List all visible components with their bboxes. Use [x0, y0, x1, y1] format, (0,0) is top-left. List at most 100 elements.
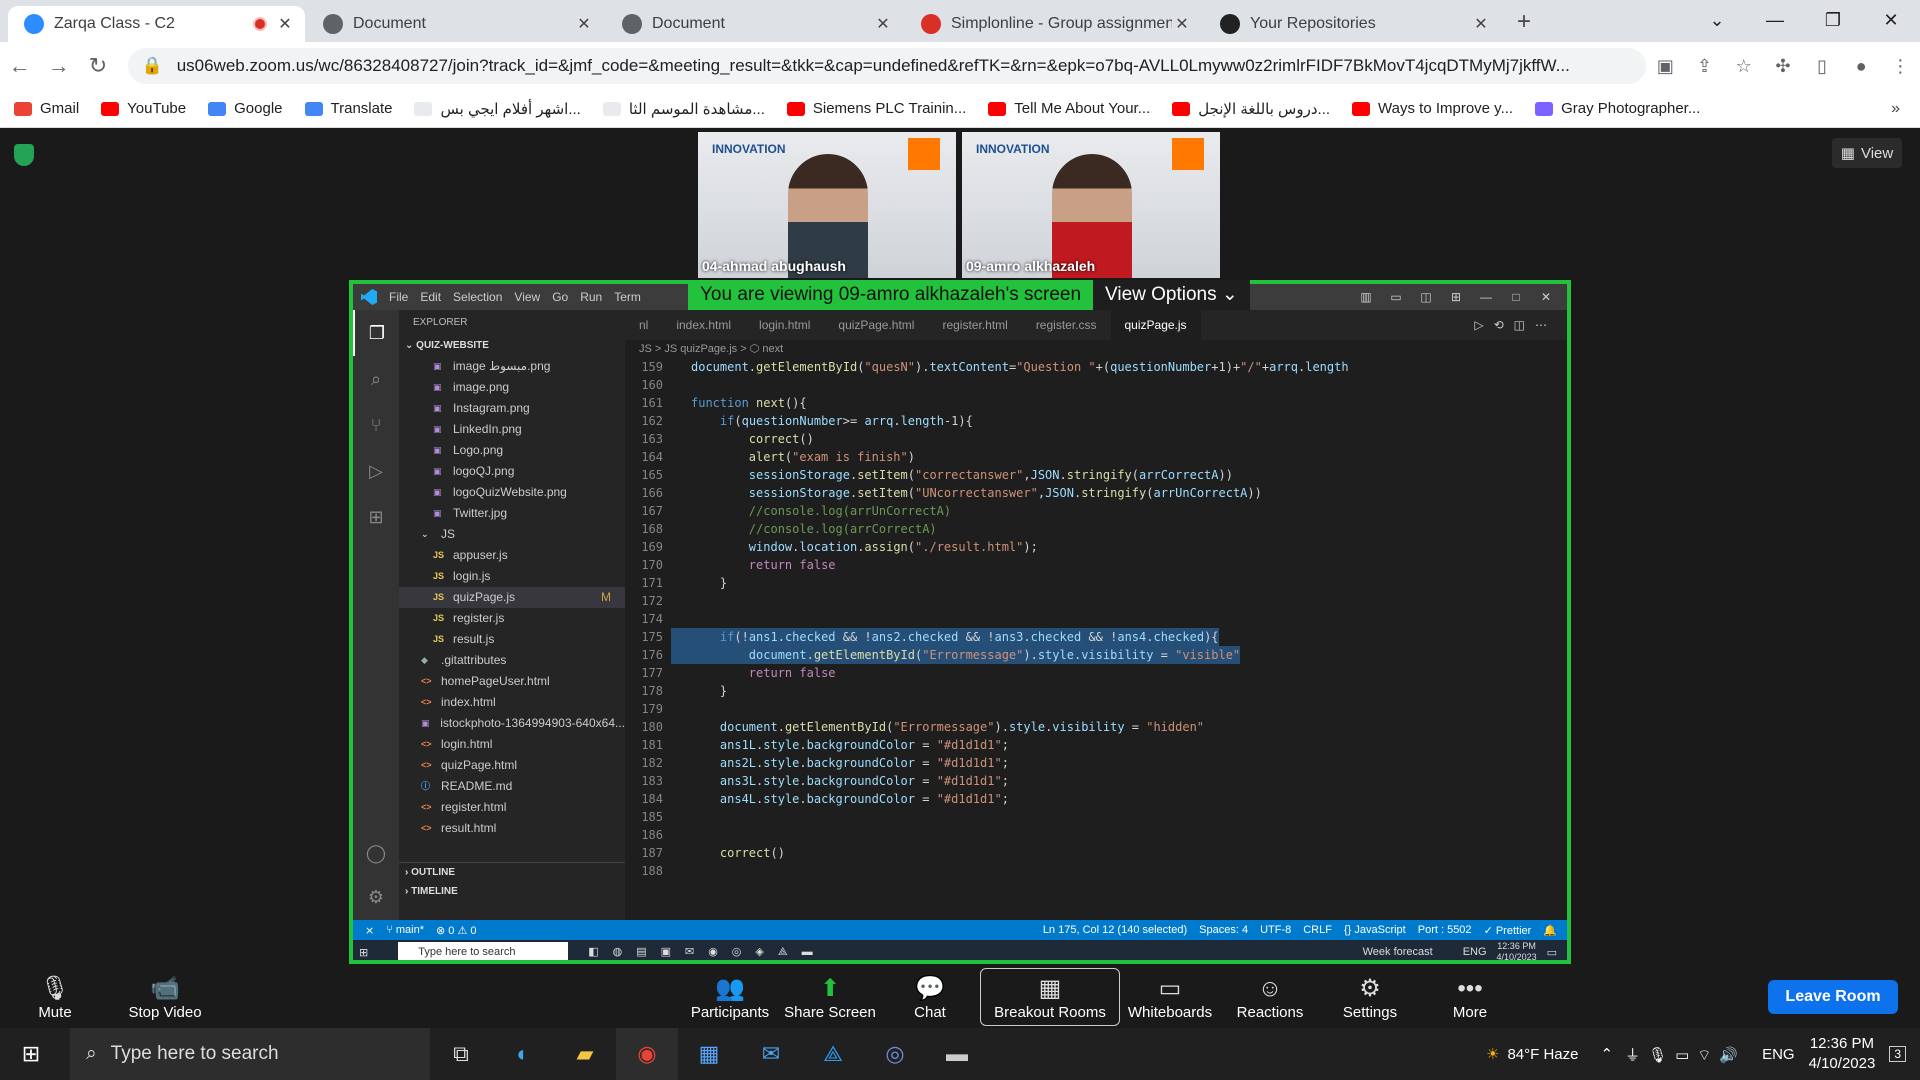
file-item[interactable]: JS login.js: [399, 566, 625, 587]
file-item[interactable]: ◆ .gitattributes: [399, 650, 625, 671]
avatar[interactable]: ●: [1842, 56, 1881, 77]
chrome-icon[interactable]: ◉: [616, 1028, 678, 1080]
file-item[interactable]: ▣ logoQJ.png: [399, 461, 625, 482]
customize-layout-icon[interactable]: ⊞: [1441, 284, 1471, 310]
manage-gear-icon[interactable]: ⚙: [353, 874, 399, 920]
menu-item-term[interactable]: Term: [614, 290, 641, 304]
whiteboards-button[interactable]: ▭ Whiteboards: [1120, 968, 1220, 1026]
editor-tab[interactable]: index.html: [662, 310, 745, 340]
editor-tab[interactable]: register.css: [1022, 310, 1111, 340]
bookmark-item[interactable]: Ways to Improve y...: [1352, 100, 1513, 117]
reactions-button[interactable]: ☺ Reactions: [1220, 968, 1320, 1026]
file-item[interactable]: <> index.html: [399, 692, 625, 713]
bookmark-item[interactable]: اشهر أفلام ايجي بس...: [414, 100, 581, 118]
participants-button[interactable]: 👥 Participants: [680, 968, 780, 1026]
address-bar[interactable]: 🔒 us06web.zoom.us/wc/86328408727/join?tr…: [127, 48, 1646, 84]
close-icon[interactable]: ✕: [1531, 284, 1561, 310]
bookmark-item[interactable]: Google: [208, 100, 283, 117]
bookmark-item[interactable]: Tell Me About Your...: [988, 100, 1150, 117]
bookmark-item[interactable]: Gmail: [14, 100, 79, 117]
folder-item[interactable]: ⌄ JS: [399, 524, 625, 545]
file-item[interactable]: JS register.js: [399, 608, 625, 629]
editor-tab[interactable]: quizPage.html: [824, 310, 928, 340]
bookmark-item[interactable]: Translate: [304, 100, 392, 117]
sidebar-icon[interactable]: ▯: [1802, 56, 1841, 77]
file-item[interactable]: <> quizPage.html: [399, 755, 625, 776]
timeline-section[interactable]: › TIMELINE: [399, 882, 625, 902]
minimize-icon[interactable]: —: [1746, 0, 1804, 40]
branch-indicator[interactable]: ⑂ main*: [386, 924, 424, 936]
bookmark-item[interactable]: مشاهدة الموسم الثا...: [602, 100, 765, 118]
file-explorer-icon[interactable]: ▰: [554, 1028, 616, 1080]
file-item[interactable]: <> login.html: [399, 734, 625, 755]
extensions-icon[interactable]: ⊞: [353, 494, 399, 540]
editor-tab[interactable]: nl: [625, 310, 662, 340]
share-icon[interactable]: ⇪: [1685, 56, 1724, 77]
shield-icon[interactable]: [14, 144, 34, 166]
browser-tab[interactable]: Document ✕: [606, 6, 903, 42]
weather-text[interactable]: 84°F Haze: [1507, 1046, 1578, 1063]
extensions-icon[interactable]: ✣: [1763, 56, 1802, 77]
mail-icon[interactable]: ✉: [740, 1028, 802, 1080]
file-item[interactable]: JS quizPage.js M: [399, 587, 625, 608]
line-ending[interactable]: CRLF: [1303, 924, 1332, 936]
forward-icon[interactable]: →: [39, 53, 78, 79]
account-icon[interactable]: ◯: [353, 830, 399, 876]
editor-tab[interactable]: register.html: [928, 310, 1021, 340]
browser-tab[interactable]: Your Repositories ✕: [1204, 6, 1501, 42]
encoding[interactable]: UTF-8: [1260, 924, 1291, 936]
participant-video-2[interactable]: INNOVATION 09-amro alkhazaleh: [962, 132, 1220, 278]
explorer-icon[interactable]: ❐: [353, 310, 399, 356]
file-item[interactable]: <> homePageUser.html: [399, 671, 625, 692]
file-item[interactable]: <> result.html: [399, 818, 625, 839]
editor-tab[interactable]: quizPage.js: [1110, 310, 1201, 340]
bookmarks-more-icon[interactable]: »: [1891, 100, 1900, 118]
edge-icon[interactable]: ◐: [492, 1028, 554, 1080]
menu-item-edit[interactable]: Edit: [420, 290, 441, 304]
bookmark-item[interactable]: YouTube: [101, 100, 186, 117]
menu-item-view[interactable]: View: [514, 290, 540, 304]
project-folder[interactable]: ⌄ QUIZ-WEBSITE: [399, 336, 625, 356]
menu-item-file[interactable]: File: [389, 290, 408, 304]
breakout-rooms-button[interactable]: ▦ Breakout Rooms: [980, 968, 1120, 1026]
language-indicator[interactable]: ENG: [1762, 1046, 1795, 1063]
windows-search-box[interactable]: ⌕ Type here to search: [70, 1028, 430, 1080]
more-button[interactable]: ••• More: [1420, 968, 1520, 1026]
file-item[interactable]: ▣ Instagram.png: [399, 398, 625, 419]
browser-tab[interactable]: Simplonline - Group assignment ✕: [905, 6, 1202, 42]
search-icon[interactable]: ⌕: [353, 356, 399, 402]
restore-icon[interactable]: □: [1501, 284, 1531, 310]
cursor-position[interactable]: Ln 175, Col 12 (140 selected): [1043, 924, 1187, 936]
bookmark-item[interactable]: دروس باللغة الإنجل...: [1172, 100, 1330, 118]
split-icon[interactable]: ◫: [1411, 284, 1441, 310]
layout-icon[interactable]: ▥: [1351, 284, 1381, 310]
tab-close-icon[interactable]: ✕: [1172, 14, 1192, 34]
menu-item-run[interactable]: Run: [580, 290, 602, 304]
menu-item-selection[interactable]: Selection: [453, 290, 502, 304]
store-icon[interactable]: ▦: [678, 1028, 740, 1080]
camera-blocked-icon[interactable]: ▣: [1646, 56, 1685, 77]
menu-icon[interactable]: ⋮: [1881, 56, 1920, 77]
windows-start-icon[interactable]: ⊞: [0, 1028, 62, 1080]
weather-icon[interactable]: ☀: [1486, 1045, 1499, 1063]
share-screen-button[interactable]: ⬆ Share Screen: [780, 968, 880, 1026]
source-control-icon[interactable]: ⑂: [353, 402, 399, 448]
editor-tab[interactable]: login.html: [745, 310, 824, 340]
terminal-icon[interactable]: ▬: [926, 1028, 988, 1080]
view-options-button[interactable]: View Options ⌄: [1093, 280, 1250, 310]
problems-indicator[interactable]: ⊗ 0 ⚠ 0: [436, 924, 476, 937]
view-button[interactable]: ▦ View: [1832, 138, 1902, 168]
file-item[interactable]: <> register.html: [399, 797, 625, 818]
minimize-icon[interactable]: —: [1471, 284, 1501, 310]
run-debug-icon[interactable]: ▷: [353, 448, 399, 494]
restore-icon[interactable]: ❐: [1804, 0, 1862, 40]
reload-icon[interactable]: ↻: [78, 53, 117, 79]
indentation[interactable]: Spaces: 4: [1199, 924, 1248, 936]
remote-icon[interactable]: ⨯: [365, 924, 374, 937]
notifications-bell-icon[interactable]: 🔔: [1543, 924, 1557, 937]
notification-center-icon[interactable]: 3: [1889, 1046, 1906, 1062]
leave-room-button[interactable]: Leave Room: [1768, 980, 1898, 1014]
settings-button[interactable]: ⚙ Settings: [1320, 968, 1420, 1026]
clock[interactable]: 12:36 PM 4/10/2023: [1809, 1034, 1876, 1074]
shared-screen[interactable]: File Edit Selection View Go Run Term ▥ ▭ ◫ ⊞ —…: [349, 280, 1571, 964]
